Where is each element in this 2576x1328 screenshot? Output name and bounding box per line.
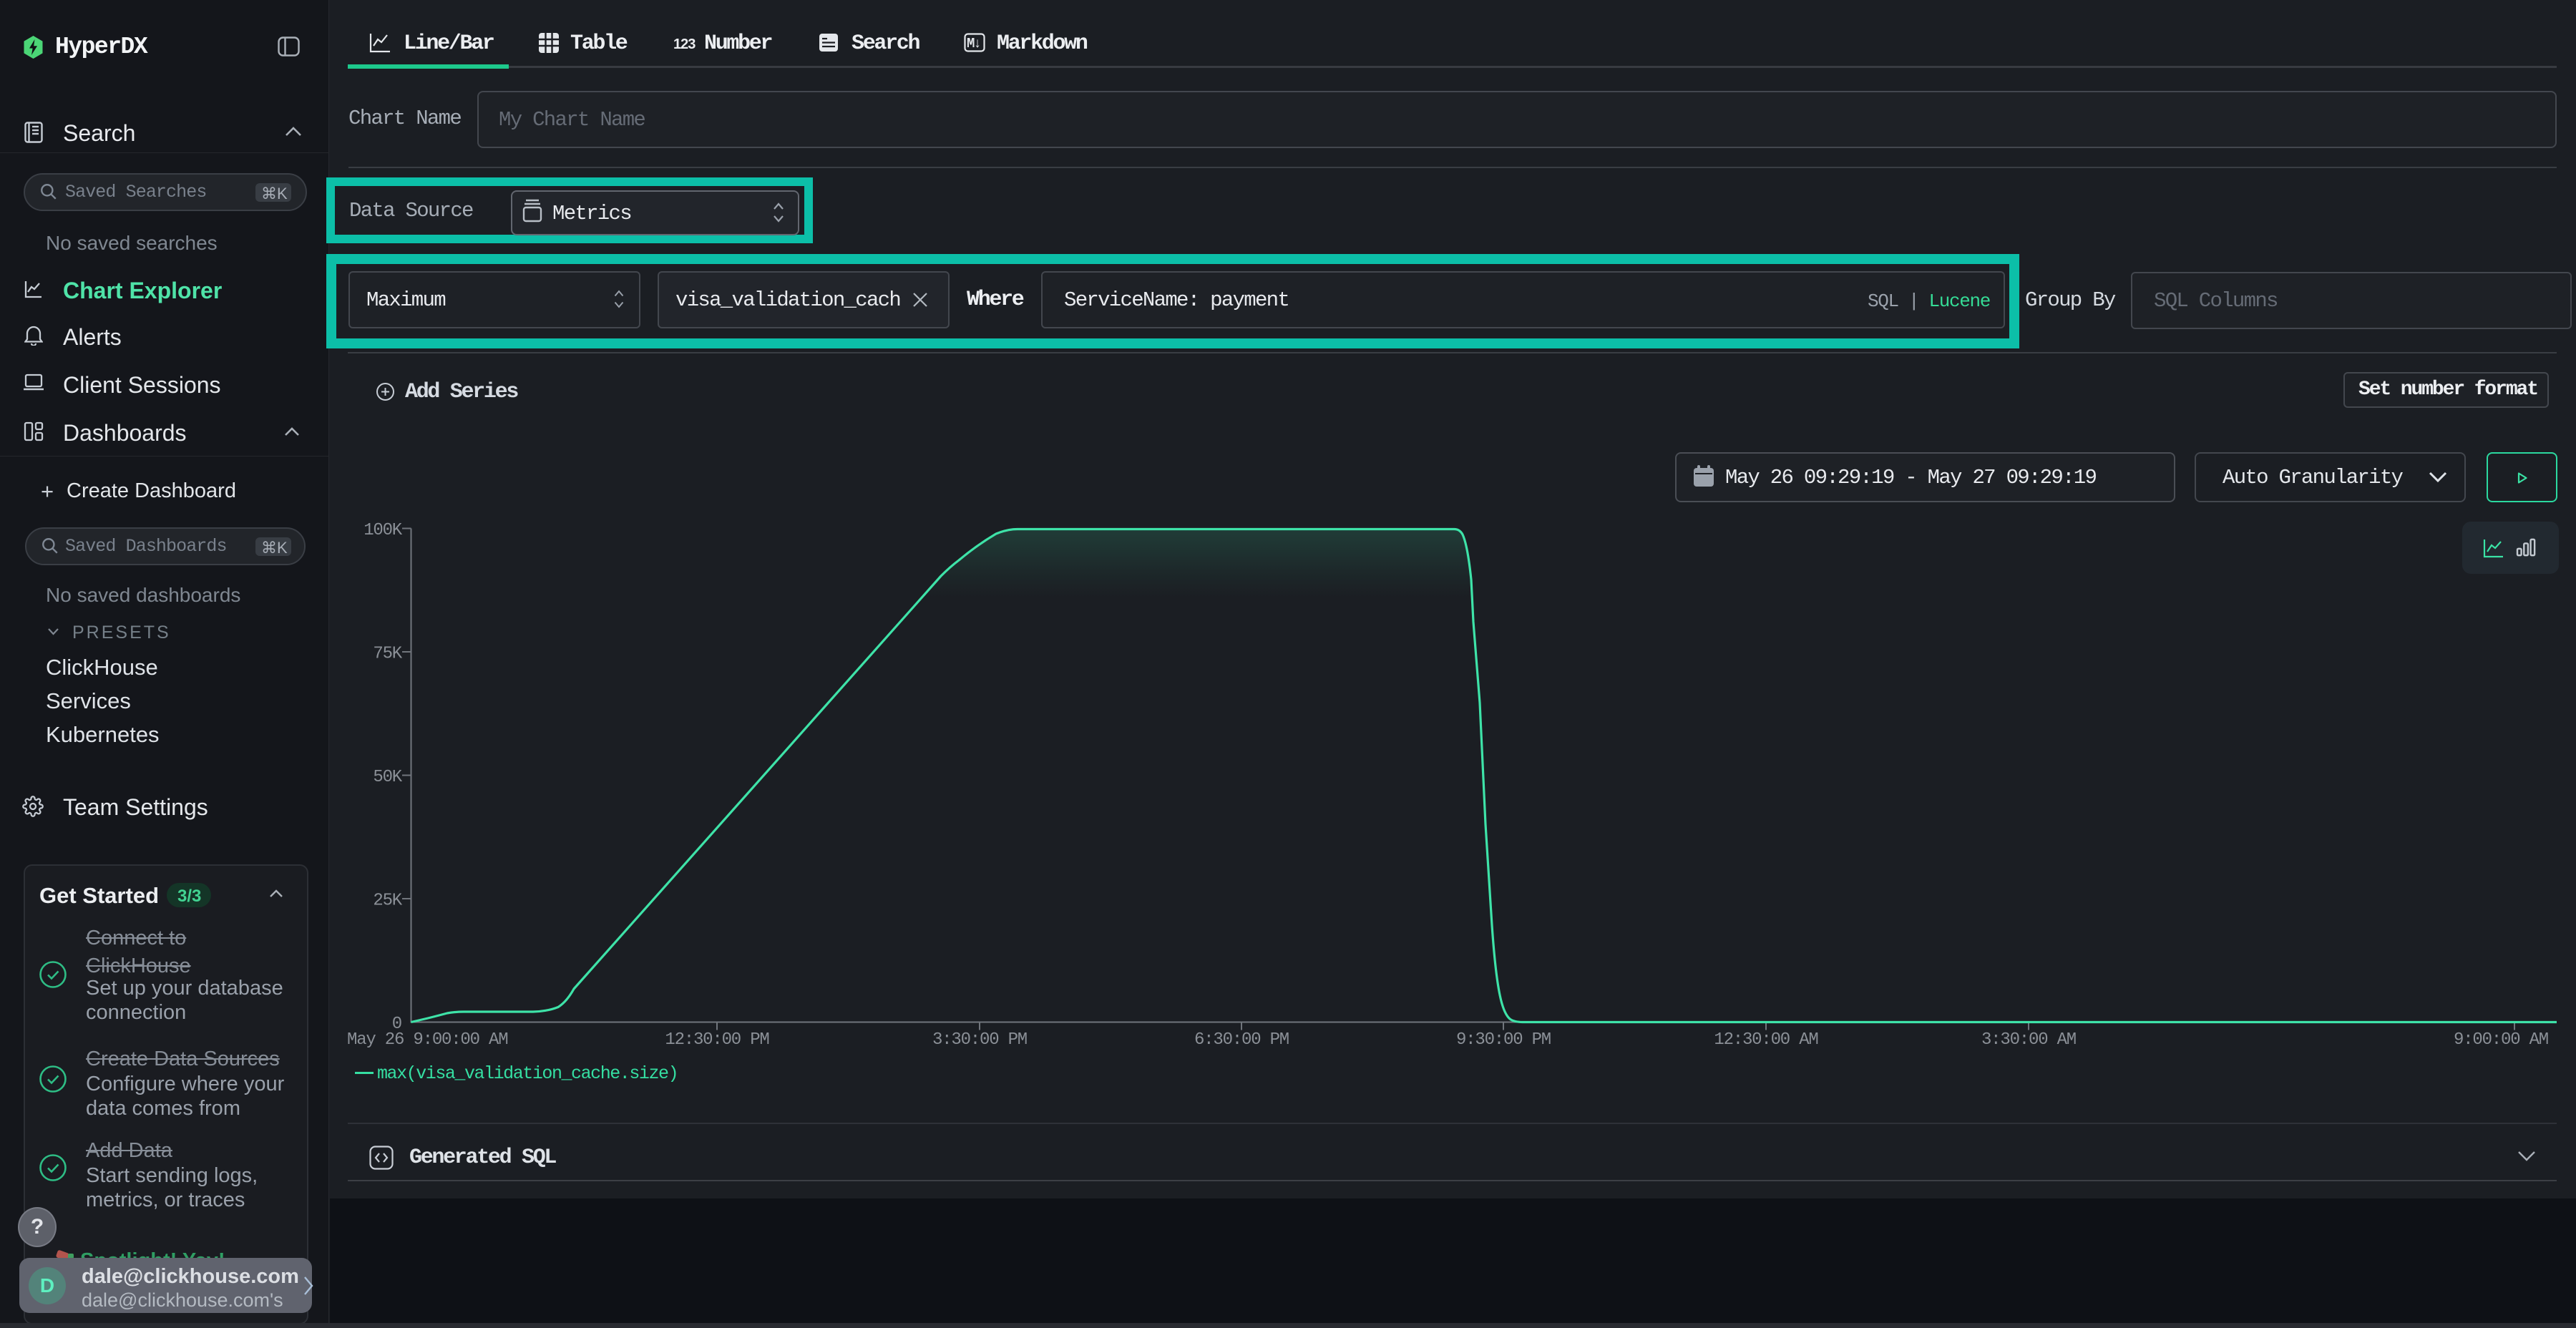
svg-text:50K: 50K [373, 768, 402, 787]
svg-text:9:30:00 PM: 9:30:00 PM [1456, 1030, 1551, 1050]
svg-text:75K: 75K [373, 645, 402, 664]
svg-text:100K: 100K [364, 521, 403, 540]
svg-text:May 26 9:00:00 AM: May 26 9:00:00 AM [347, 1030, 507, 1050]
svg-text:25K: 25K [373, 892, 402, 911]
svg-text:12:30:00 AM: 12:30:00 AM [1714, 1030, 1818, 1050]
svg-text:3:30:00 PM: 3:30:00 PM [932, 1030, 1027, 1050]
svg-text:3:30:00 AM: 3:30:00 AM [1981, 1030, 2076, 1050]
svg-text:6:30:00 PM: 6:30:00 PM [1194, 1030, 1289, 1050]
svg-text:9:00:00 AM: 9:00:00 AM [2454, 1030, 2548, 1050]
svg-text:12:30:00 PM: 12:30:00 PM [665, 1030, 769, 1050]
